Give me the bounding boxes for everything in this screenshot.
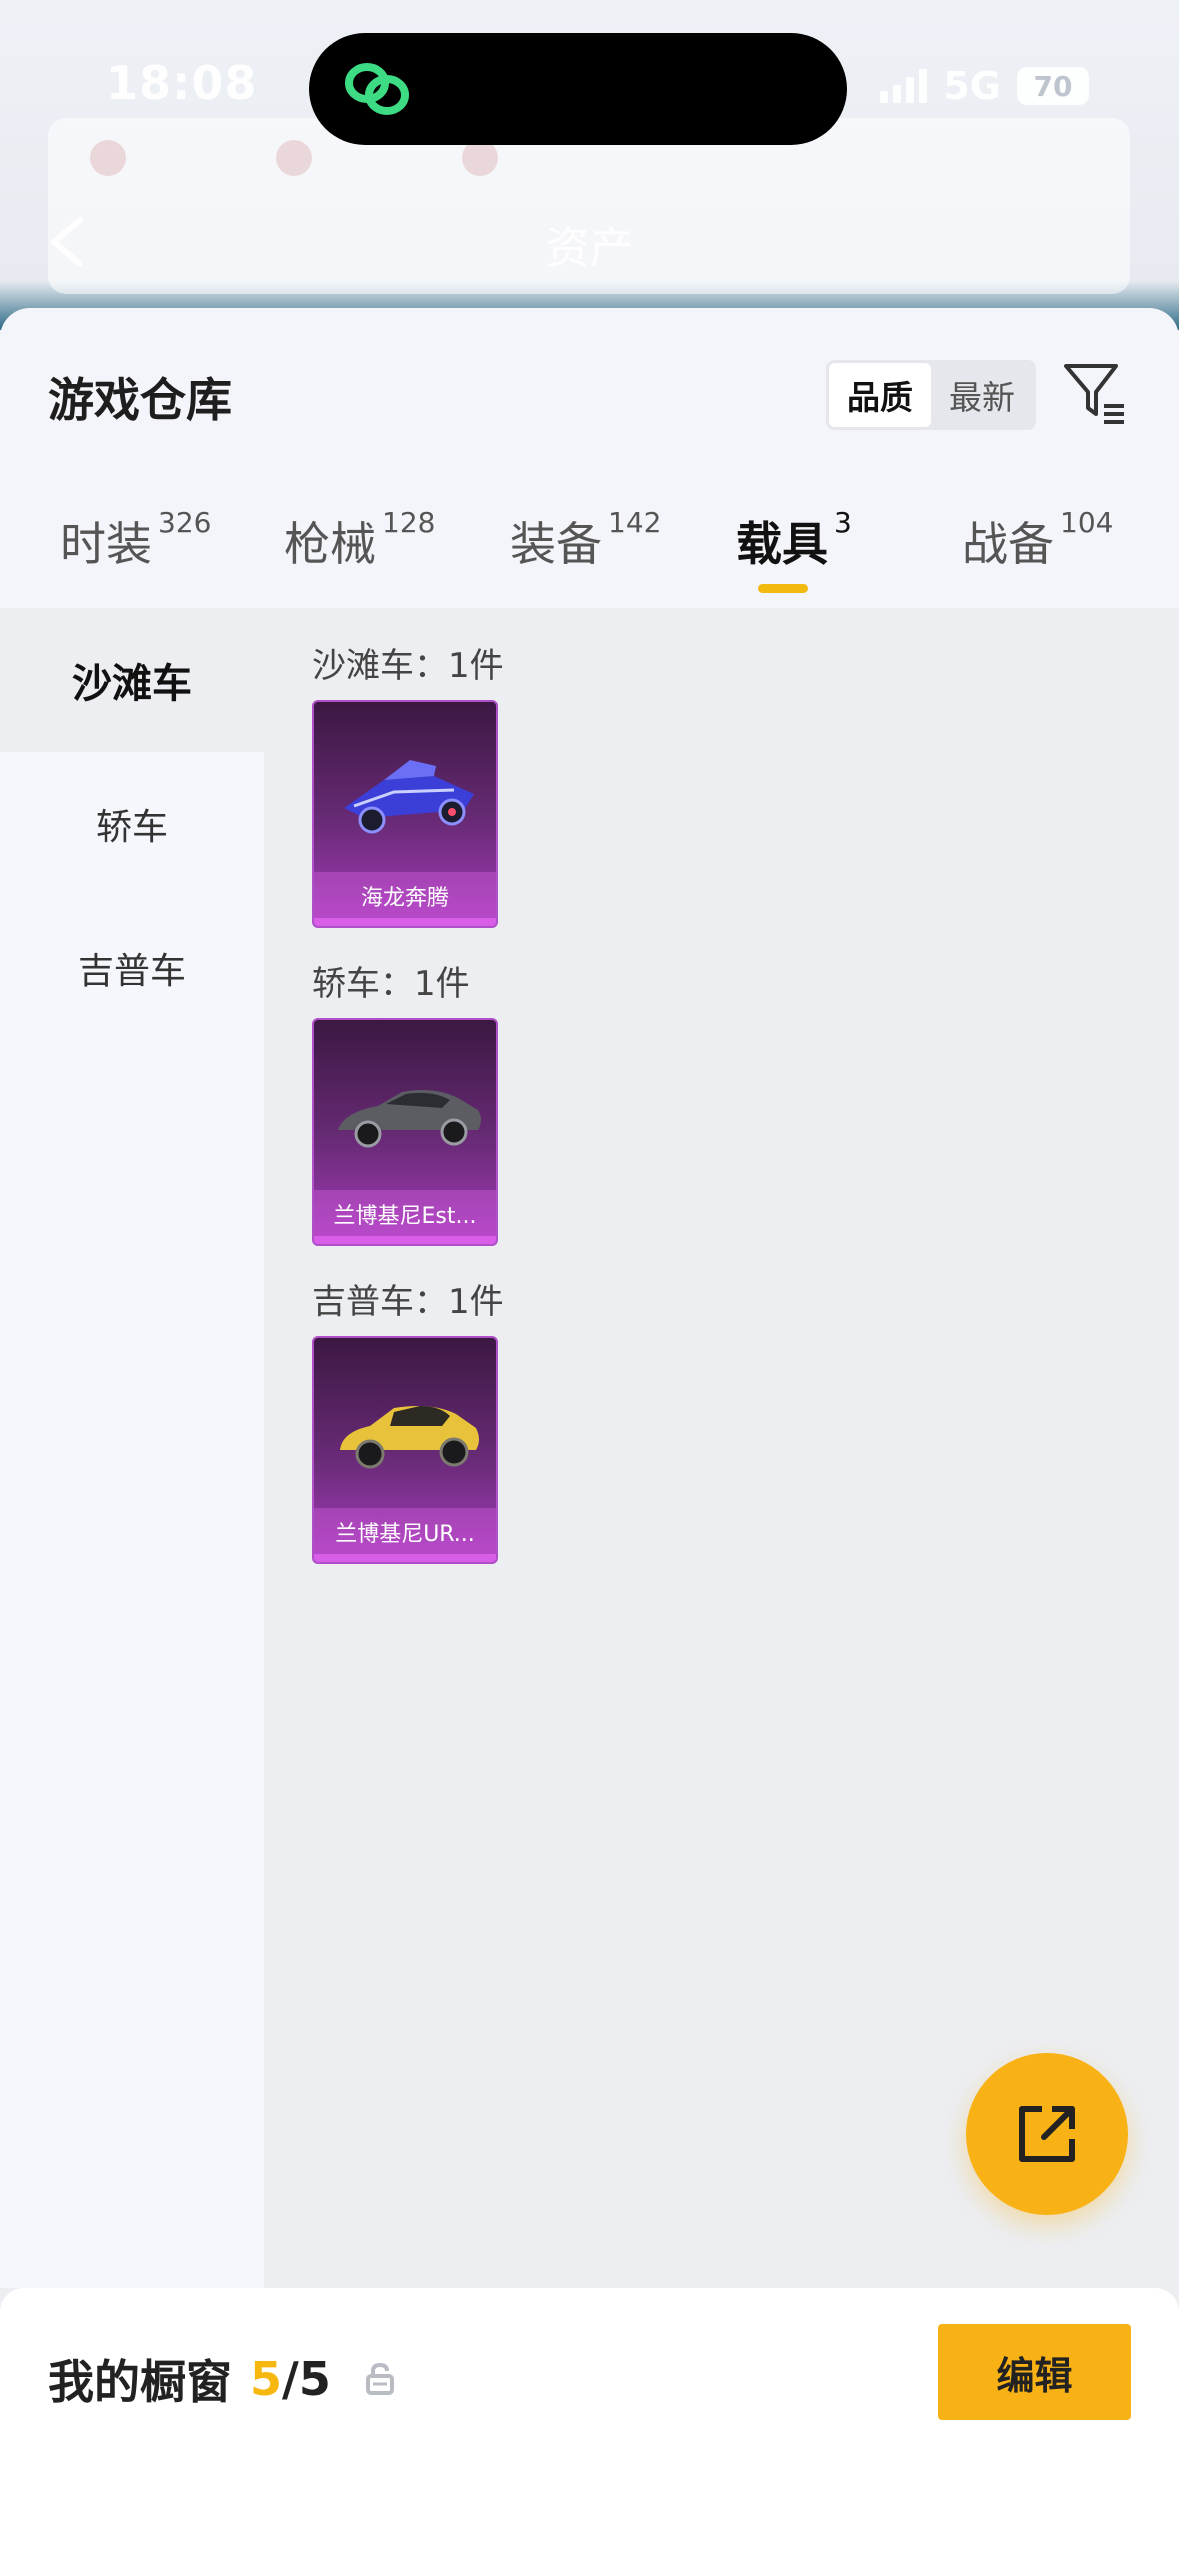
- battery-level: 70: [1033, 69, 1073, 103]
- warehouse-sheet: 游戏仓库 品质 最新 时装 326 枪械 128 装备 142 载具 3 战备 …: [0, 308, 1179, 2288]
- group-label-jeep: 吉普车：1件: [312, 1282, 504, 1322]
- tab-fashion[interactable]: 时装 326: [60, 506, 212, 574]
- sidebar-item-sedan[interactable]: 轿车: [0, 752, 264, 896]
- vehicle-card[interactable]: 兰博基尼Est...: [312, 1018, 498, 1246]
- external-link-icon: [1019, 2106, 1075, 2162]
- showcase-status: 我的橱窗 5 /5: [48, 2346, 395, 2412]
- tab-label: 枪械: [284, 517, 376, 571]
- tab-count: 142: [608, 506, 662, 539]
- battery-icon: 70: [1017, 67, 1089, 105]
- showcase-total-count: /5: [282, 2352, 331, 2406]
- sort-toggle: 品质 最新: [826, 360, 1036, 430]
- showcase-current-count: 5: [250, 2352, 283, 2406]
- rarity-bar: [314, 1236, 496, 1244]
- edit-button[interactable]: 编辑: [938, 2324, 1131, 2420]
- vehicle-name: 兰博基尼Est...: [333, 1204, 477, 1229]
- status-time: 18:08: [106, 56, 258, 110]
- tab-label: 时装: [60, 517, 152, 571]
- status-indicators: 5G 70: [880, 64, 1089, 108]
- tab-count: 326: [158, 506, 212, 539]
- rarity-bar: [314, 1554, 496, 1562]
- tab-equipment[interactable]: 装备 142: [510, 506, 662, 574]
- vehicle-card[interactable]: 兰博基尼UR...: [312, 1336, 498, 1564]
- page-title: 资产: [545, 223, 634, 274]
- showcase-bar: 我的橱窗 5 /5 编辑: [0, 2288, 1179, 2556]
- vehicle-name: 海龙奔腾: [360, 886, 449, 911]
- filter-icon[interactable]: [1062, 358, 1128, 424]
- tab-count: 104: [1060, 506, 1114, 539]
- vehicle-card[interactable]: 海龙奔腾: [312, 700, 498, 928]
- category-tabs: 时装 326 枪械 128 装备 142 载具 3 战备 104: [0, 506, 1179, 608]
- sedan-image: [338, 1090, 481, 1148]
- tab-label: 战备: [962, 517, 1054, 571]
- tab-count: 128: [382, 506, 436, 539]
- buggy-image: [344, 760, 474, 834]
- tab-battle-gear[interactable]: 战备 104: [962, 506, 1114, 574]
- tab-label: 载具: [736, 517, 828, 571]
- rarity-bar: [314, 918, 496, 926]
- category-sidebar: 沙滩车 轿车 吉普车: [0, 608, 264, 2288]
- suv-image: [340, 1406, 479, 1469]
- tab-label: 装备: [510, 517, 602, 571]
- lock-icon: [365, 2362, 394, 2395]
- sort-quality-button[interactable]: 品质: [829, 363, 931, 427]
- sidebar-item-jeep[interactable]: 吉普车: [0, 896, 264, 1040]
- tab-count: 3: [834, 506, 852, 539]
- blurred-stats-row: [90, 140, 498, 176]
- tab-vehicles[interactable]: 载具 3: [736, 506, 852, 574]
- share-button[interactable]: [966, 2053, 1128, 2215]
- vehicle-name: 兰博基尼UR...: [335, 1522, 475, 1547]
- tab-guns[interactable]: 枪械 128: [284, 506, 436, 574]
- dynamic-island: [309, 33, 847, 145]
- group-label-beach-buggy: 沙滩车：1件: [312, 646, 504, 686]
- active-tab-indicator: [758, 584, 808, 593]
- link-app-icon: [345, 63, 409, 115]
- vehicle-list: 沙滩车：1件 海龙奔腾 轿车：1件 兰博基尼Est... 吉普车：1件 兰博基尼…: [264, 608, 1179, 2288]
- sort-latest-button[interactable]: 最新: [931, 363, 1033, 427]
- group-label-sedan: 轿车：1件: [312, 964, 470, 1004]
- sheet-title: 游戏仓库: [48, 373, 232, 427]
- signal-icon: [880, 69, 928, 103]
- sidebar-item-beach-buggy[interactable]: 沙滩车: [0, 608, 264, 752]
- showcase-label: 我的橱窗: [48, 2355, 232, 2409]
- network-type: 5G: [943, 64, 1001, 108]
